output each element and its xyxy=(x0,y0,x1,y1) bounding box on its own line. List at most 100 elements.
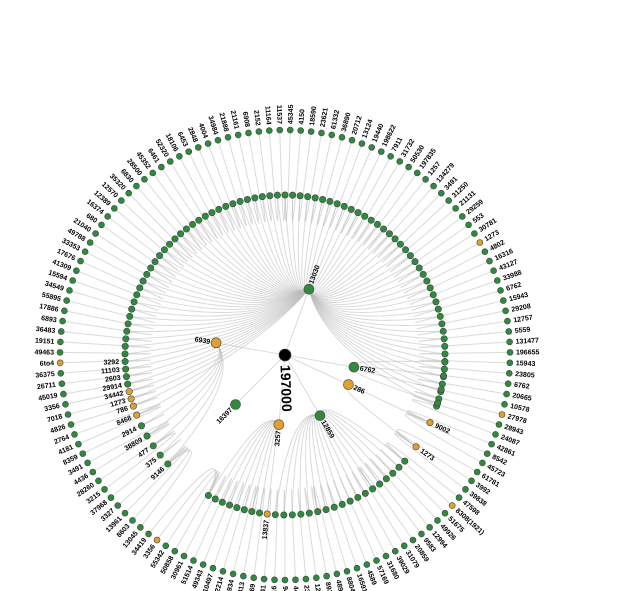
edge xyxy=(64,311,153,329)
root-label: 197000 xyxy=(277,365,295,412)
leaf-node xyxy=(58,328,64,334)
ring2-node xyxy=(237,198,243,204)
leaf-node xyxy=(423,176,429,182)
hub-label: 6762 xyxy=(359,365,376,375)
leaf-label: 2152 xyxy=(252,110,261,126)
ring2-node xyxy=(442,351,448,357)
ring2-node xyxy=(376,481,382,487)
leaf-node xyxy=(105,213,111,219)
radial-tree-diagram: 1970006939130302863257163971285967629146… xyxy=(0,0,640,591)
leaf-label: 48918 xyxy=(334,579,345,591)
ring2-node xyxy=(161,247,167,253)
leaf-label: 29208 xyxy=(511,303,532,314)
leaf-label: 8804 xyxy=(345,576,356,591)
ring2-node xyxy=(124,381,130,387)
leaf-node xyxy=(111,205,117,211)
leaf-node xyxy=(146,531,152,537)
leaf-label: 2848 xyxy=(186,126,199,143)
ring2-node xyxy=(252,195,258,201)
leaf-label: 61332 xyxy=(330,109,341,130)
ring2-node xyxy=(427,419,433,425)
leaf-node xyxy=(150,170,156,176)
ring2-node xyxy=(437,313,443,319)
edge xyxy=(216,343,285,355)
leaf-node xyxy=(318,130,324,136)
ring2-node xyxy=(134,412,140,418)
leaf-node xyxy=(431,183,437,189)
leaf-node xyxy=(186,149,192,155)
ring2-node xyxy=(124,328,130,334)
leaf-node xyxy=(115,503,121,509)
leaf-node xyxy=(507,360,513,366)
leaf-node xyxy=(479,460,485,466)
ring2-node xyxy=(439,321,445,327)
leaf-node xyxy=(349,137,355,143)
leaf-label: 23910 xyxy=(302,585,311,591)
ring2-node xyxy=(272,512,278,518)
edge xyxy=(419,367,509,374)
edge xyxy=(405,414,482,463)
leaf-node xyxy=(474,469,480,475)
leaf-node xyxy=(456,495,462,501)
ring2-node xyxy=(304,193,310,199)
leaf-label: 18590 xyxy=(309,106,318,126)
leaf-node xyxy=(383,553,389,559)
leaf-node xyxy=(195,144,201,150)
leaf-node xyxy=(158,164,164,170)
leaf-node xyxy=(87,240,93,246)
leaf-node xyxy=(482,249,488,255)
leaf-node xyxy=(251,575,257,581)
ring2-label: 477 xyxy=(137,447,151,459)
ring2-node xyxy=(177,231,183,237)
leaf-node xyxy=(200,562,206,568)
leaf-node xyxy=(190,558,196,564)
ring2-node xyxy=(122,351,128,357)
ring2-node xyxy=(282,192,288,198)
ring2-node xyxy=(137,285,143,291)
leaf-label: 9400 xyxy=(281,586,288,591)
leaf-node xyxy=(499,411,505,417)
ring2-node xyxy=(362,213,368,219)
leaf-node xyxy=(64,298,70,304)
leaf-node xyxy=(57,360,63,366)
leaf-label: 11164 xyxy=(263,106,271,125)
edge xyxy=(85,252,165,293)
ring2-node xyxy=(126,388,132,394)
ring2-node xyxy=(241,507,247,513)
leaf-node xyxy=(502,401,508,407)
ring2-node xyxy=(123,336,129,342)
hub-node xyxy=(304,284,314,294)
ring2-node xyxy=(166,241,172,247)
ring2-node xyxy=(212,496,218,502)
leaf-node xyxy=(406,164,412,170)
leaf-label: 553 xyxy=(472,212,486,225)
leaf-node xyxy=(504,391,510,397)
ring2-node xyxy=(339,501,345,507)
leaf-node xyxy=(489,441,495,447)
leaf-node xyxy=(505,381,511,387)
leaf-node xyxy=(246,130,252,136)
leaf-node xyxy=(503,308,509,314)
leaf-node xyxy=(80,451,86,457)
leaf-node xyxy=(491,268,497,274)
ring2-node xyxy=(189,221,195,227)
ring2-node xyxy=(355,494,361,500)
leaf-node xyxy=(313,575,319,581)
ring2-node xyxy=(156,252,162,258)
ring2-node xyxy=(234,504,240,510)
leaf-node xyxy=(469,478,475,484)
leaf-node xyxy=(287,127,293,133)
leaf-node xyxy=(364,562,370,568)
leaf-label: 131477 xyxy=(515,337,539,345)
ring2-node xyxy=(323,506,329,512)
ring2-node xyxy=(209,209,215,215)
leaf-node xyxy=(446,198,452,204)
leaf-label: 12207 xyxy=(313,583,323,591)
leaf-node xyxy=(181,553,187,559)
leaf-node xyxy=(506,370,512,376)
leaf-node xyxy=(449,503,455,509)
leaf-node xyxy=(57,339,63,345)
ring2-node xyxy=(244,196,250,202)
ring2-node xyxy=(150,443,156,449)
leaf-node xyxy=(282,577,288,583)
